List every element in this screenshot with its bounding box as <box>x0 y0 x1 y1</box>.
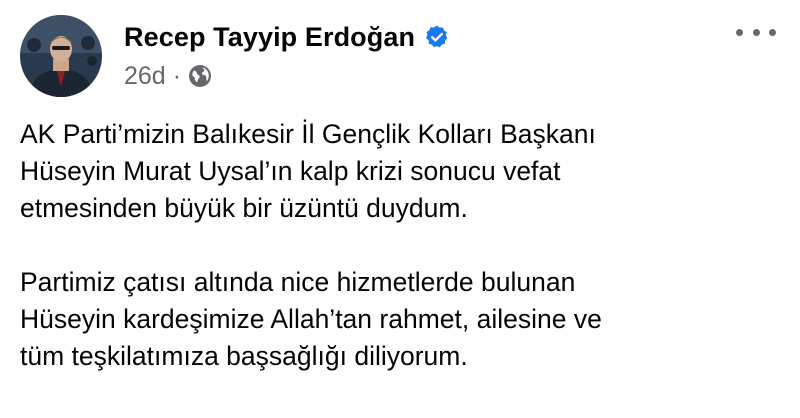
post-meta: Recep Tayyip Erdoğan 26d · <box>124 22 450 91</box>
avatar[interactable] <box>20 15 102 97</box>
post-timestamp[interactable]: 26d <box>124 62 166 91</box>
more-dot <box>736 28 743 36</box>
author-row: Recep Tayyip Erdoğan <box>124 22 450 53</box>
more-dot <box>769 28 776 36</box>
globe-icon[interactable] <box>188 64 212 88</box>
facebook-post: Recep Tayyip Erdoğan 26d · AK Parti’mizi… <box>0 0 800 418</box>
post-paragraph: AK Parti’mizin Balıkesir İl Gençlik Koll… <box>20 119 596 223</box>
post-paragraph: Partimiz çatısı altında nice hizmetlerde… <box>20 267 602 371</box>
author-name[interactable]: Recep Tayyip Erdoğan <box>124 22 415 53</box>
separator-dot: · <box>172 61 182 90</box>
post-body: AK Parti’mizin Balıkesir İl Gençlik Koll… <box>20 116 790 375</box>
verified-badge-icon <box>426 25 448 48</box>
more-options-icon[interactable] <box>736 22 776 42</box>
post-header: Recep Tayyip Erdoğan 26d · <box>20 14 450 98</box>
more-dot <box>752 28 760 36</box>
post-subline: 26d · <box>124 62 450 91</box>
